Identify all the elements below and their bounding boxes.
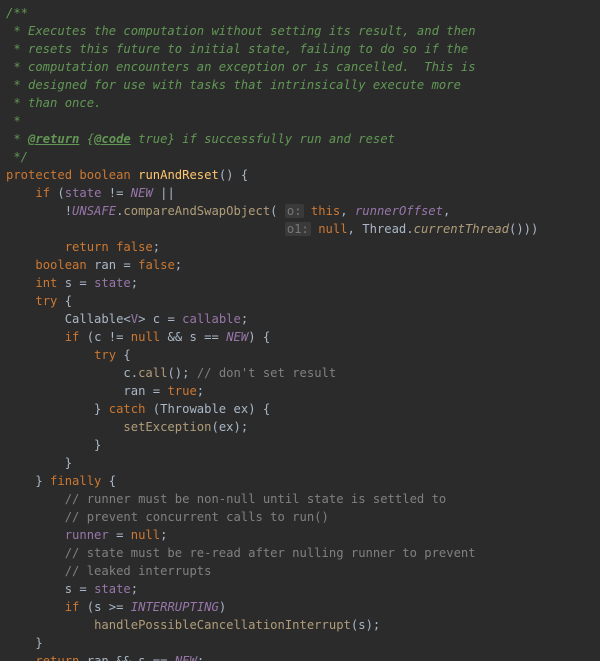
inlay-hint: o1:: [285, 222, 311, 236]
keyword-if: if: [35, 186, 50, 200]
call-cas: compareAndSwapObject: [123, 204, 270, 218]
javadoc-line: * Executes the computation without setti…: [6, 24, 476, 38]
class-callable: Callable: [65, 312, 124, 326]
class-thread: Thread: [362, 222, 406, 236]
local-s: s: [65, 582, 72, 596]
keyword-false: false: [116, 240, 153, 254]
field-state: state: [94, 276, 131, 290]
local-c: c: [153, 312, 160, 326]
local-c: c: [123, 366, 130, 380]
javadoc-line: *: [6, 114, 21, 128]
keyword-finally: finally: [50, 474, 101, 488]
javadoc-return-tag: @return: [28, 132, 79, 146]
local-ex: ex: [219, 420, 234, 434]
keyword-try: try: [35, 294, 57, 308]
keyword-return: return: [35, 654, 79, 661]
const-new: NEW: [131, 186, 153, 200]
method-name: runAndReset: [138, 168, 219, 182]
keyword-if: if: [65, 600, 80, 614]
call-handle-interrupt: handlePossibleCancellationInterrupt: [94, 618, 351, 632]
javadoc-line: * than once.: [6, 96, 101, 110]
inlay-value-null: null: [318, 222, 347, 236]
type-param-v: V: [131, 312, 138, 326]
keyword-catch: catch: [109, 402, 146, 416]
local-s: s: [138, 654, 145, 661]
const-unsafe: UNSAFE: [72, 204, 116, 218]
field-runner: runner: [65, 528, 109, 542]
javadoc-line: * computation encounters an exception or…: [6, 60, 476, 74]
comment-reread-1: // state must be re-read after nulling r…: [65, 546, 476, 560]
keyword-if: if: [65, 330, 80, 344]
comment-nonnull-1: // runner must be non-null until state i…: [65, 492, 447, 506]
local-s: s: [190, 330, 197, 344]
keyword-true: true: [167, 384, 196, 398]
local-ran: ran: [94, 258, 116, 272]
javadoc-line: /**: [6, 6, 28, 20]
javadoc-line: * @return {@code true} if successfully r…: [6, 132, 395, 146]
inlay-hint: o:: [285, 204, 304, 218]
keyword-return: return: [65, 240, 109, 254]
const-interrupting: INTERRUPTING: [131, 600, 219, 614]
keyword-false: false: [138, 258, 175, 272]
javadoc-line: */: [6, 150, 28, 164]
local-ex: ex: [234, 402, 249, 416]
keyword-boolean: boolean: [79, 168, 130, 182]
call-current-thread: currentThread: [414, 222, 509, 236]
comment-nonnull-2: // prevent concurrent calls to run(): [65, 510, 329, 524]
call-call: call: [138, 366, 167, 380]
local-c: c: [94, 330, 101, 344]
local-s: s: [94, 600, 101, 614]
field-state: state: [65, 186, 102, 200]
local-ran: ran: [123, 384, 145, 398]
code-editor[interactable]: /** * Executes the computation without s…: [0, 0, 600, 661]
field-state: state: [94, 582, 131, 596]
comment-reread-2: // leaked interrupts: [65, 564, 212, 578]
keyword-protected: protected: [6, 168, 72, 182]
javadoc-line: * designed for use with tasks that intri…: [6, 78, 461, 92]
comment-dont-set: // don't set result: [197, 366, 336, 380]
const-runner-offset: runnerOffset: [355, 204, 443, 218]
class-throwable: Throwable: [160, 402, 226, 416]
local-ran: ran: [87, 654, 109, 661]
javadoc-code-tag: @code: [94, 132, 131, 146]
local-s: s: [358, 618, 365, 632]
keyword-null: null: [131, 330, 160, 344]
keyword-null: null: [131, 528, 160, 542]
javadoc-line: * resets this future to initial state, f…: [6, 42, 468, 56]
keyword-boolean: boolean: [35, 258, 86, 272]
keyword-try: try: [94, 348, 116, 362]
field-callable: callable: [182, 312, 241, 326]
const-new: NEW: [175, 654, 197, 661]
inlay-value-this: this: [311, 204, 340, 218]
call-set-exception: setException: [123, 420, 211, 434]
keyword-int: int: [35, 276, 57, 290]
const-new: NEW: [226, 330, 248, 344]
local-s: s: [65, 276, 72, 290]
